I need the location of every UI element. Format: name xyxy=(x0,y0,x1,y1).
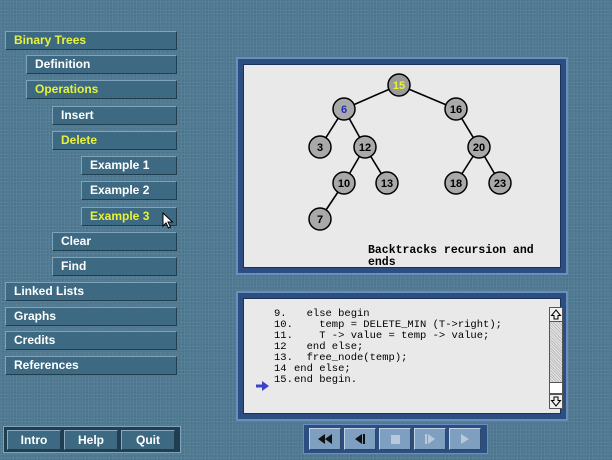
line-number: 15. xyxy=(274,374,293,386)
tree-node-16: 16 xyxy=(444,97,468,121)
tree-message: Backtracks recursion and ends xyxy=(368,245,534,269)
tree-node-23: 23 xyxy=(488,171,512,195)
mouse-cursor-icon xyxy=(162,212,174,229)
code-area: 9. else begin 10. temp = DELETE_MIN (T->… xyxy=(243,298,563,414)
nav-definition[interactable]: Definition xyxy=(26,55,177,74)
scroll-thumb[interactable] xyxy=(550,382,562,394)
quit-button[interactable]: Quit xyxy=(121,430,175,450)
tree-node-label: 15 xyxy=(393,80,405,92)
tree-node-label: 3 xyxy=(317,142,323,154)
tree-node-label: 18 xyxy=(450,178,462,190)
tree-node-label: 6 xyxy=(341,104,347,116)
step-back-icon xyxy=(355,434,365,444)
tree-panel: 15 6 16 3 12 20 10 13 18 23 7 Backtracks recursion… xyxy=(236,57,568,275)
tree-node-10: 10 xyxy=(332,171,356,195)
tree-node-label: 23 xyxy=(494,178,506,190)
tree-node-7: 7 xyxy=(308,207,332,231)
scroll-down-button[interactable] xyxy=(550,394,562,408)
tree-node-label: 20 xyxy=(473,142,485,154)
tree-node-label: 12 xyxy=(359,142,371,154)
tree-node-label: 13 xyxy=(381,178,393,190)
bottom-button-bar: Intro Help Quit xyxy=(3,426,181,453)
code-line: 15.end begin. xyxy=(274,375,357,386)
chevron-down-icon xyxy=(550,396,562,407)
chevron-up-icon xyxy=(550,309,562,320)
step-forward-icon xyxy=(425,434,435,444)
nav-clear[interactable]: Clear xyxy=(52,232,177,251)
tree-node-13: 13 xyxy=(375,171,399,195)
stop-button[interactable] xyxy=(379,428,411,450)
nav-insert[interactable]: Insert xyxy=(52,106,177,125)
code-listing: 9. else begin 10. temp = DELETE_MIN (T->… xyxy=(274,309,544,409)
play-button[interactable] xyxy=(449,428,481,450)
scroll-track[interactable] xyxy=(550,322,562,382)
tree-node-label: 7 xyxy=(317,214,323,226)
nav-operations[interactable]: Operations xyxy=(26,80,177,99)
stop-icon xyxy=(390,435,400,444)
step-back-button[interactable] xyxy=(344,428,376,450)
rewind-button[interactable] xyxy=(309,428,341,450)
nav-binary-trees[interactable]: Binary Trees xyxy=(5,31,177,50)
rewind-icon xyxy=(318,434,332,444)
nav-linked-lists[interactable]: Linked Lists xyxy=(5,282,177,301)
nav-example-1[interactable]: Example 1 xyxy=(81,156,177,175)
tree-canvas: 15 6 16 3 12 20 10 13 18 23 7 Backtracks recursion… xyxy=(243,64,561,269)
play-icon xyxy=(461,434,469,444)
tree-message-line2: ends xyxy=(368,256,396,269)
code-panel: 9. else begin 10. temp = DELETE_MIN (T->… xyxy=(236,291,568,421)
current-line-arrow-icon xyxy=(256,381,269,391)
help-button[interactable]: Help xyxy=(64,430,118,450)
tree-diagram: 15 6 16 3 12 20 10 13 18 23 7 xyxy=(308,73,512,231)
tree-node-18: 18 xyxy=(444,171,468,195)
tree-node-15: 15 xyxy=(387,73,411,97)
tree-node-label: 16 xyxy=(450,104,462,116)
nav-delete[interactable]: Delete xyxy=(52,131,177,150)
nav-find[interactable]: Find xyxy=(52,257,177,276)
line-text: end begin. xyxy=(294,374,358,386)
nav-credits[interactable]: Credits xyxy=(5,331,177,350)
nav-example-2[interactable]: Example 2 xyxy=(81,181,177,200)
tree-node-20: 20 xyxy=(467,135,491,159)
tree-node-3: 3 xyxy=(308,135,332,159)
nav-references[interactable]: References xyxy=(5,356,177,375)
intro-button[interactable]: Intro xyxy=(7,430,61,450)
step-forward-button[interactable] xyxy=(414,428,446,450)
tree-node-label: 10 xyxy=(338,178,350,190)
tree-node-6: 6 xyxy=(332,97,356,121)
scroll-up-button[interactable] xyxy=(550,308,562,322)
nav-graphs[interactable]: Graphs xyxy=(5,307,177,326)
code-scrollbar[interactable] xyxy=(549,307,563,409)
tree-node-12: 12 xyxy=(353,135,377,159)
